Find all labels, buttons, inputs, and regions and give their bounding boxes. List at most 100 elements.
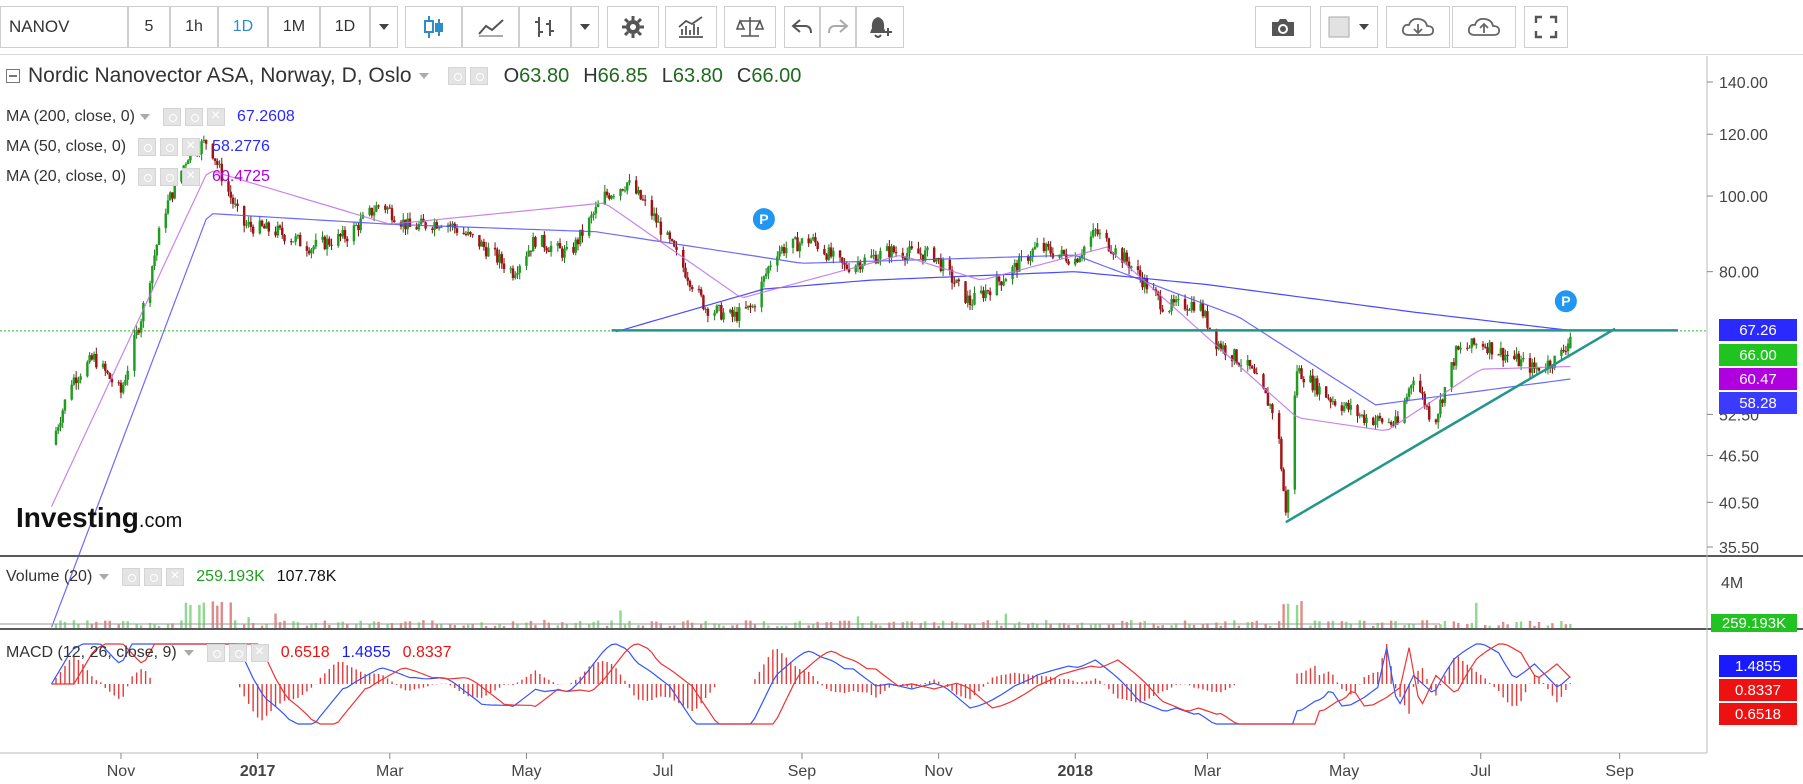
chevron-down-icon[interactable] [183, 649, 195, 657]
candle-body [108, 372, 111, 379]
volume-bar [1403, 625, 1406, 628]
range-dropdown-button[interactable] [370, 6, 398, 48]
candle-body [856, 262, 860, 266]
settings-button[interactable] [607, 6, 659, 48]
volume-bar [892, 621, 896, 628]
candle-body [1439, 399, 1442, 415]
candle-body [908, 246, 911, 254]
gear-icon[interactable] [228, 644, 247, 662]
load-chart-button[interactable] [1386, 6, 1450, 48]
screenshot-button[interactable] [1255, 6, 1311, 48]
undo-button[interactable] [784, 6, 820, 48]
symbol-input[interactable]: NANOV [0, 6, 128, 48]
candle-body [590, 215, 593, 218]
gear-icon[interactable] [184, 108, 203, 126]
candle-body [283, 235, 286, 242]
gear-icon[interactable] [144, 568, 163, 586]
gear-icon[interactable] [469, 67, 488, 85]
candle-body [1062, 249, 1066, 255]
eye-icon[interactable] [206, 644, 225, 662]
eye-icon[interactable] [447, 67, 466, 85]
interval-5-button[interactable]: 5 [128, 6, 170, 48]
candle-body [384, 205, 387, 210]
volume-bar [1000, 625, 1003, 628]
alert-button[interactable] [856, 6, 904, 48]
eye-icon[interactable] [162, 108, 181, 126]
candle-body [1047, 243, 1050, 247]
interval-1m-button[interactable]: 1M [268, 6, 320, 48]
candle-body [1513, 355, 1516, 360]
chevron-down-icon[interactable] [98, 573, 110, 581]
candle-body [354, 225, 358, 227]
interval-1h-button[interactable]: 1h [170, 6, 218, 48]
close-icon[interactable] [206, 107, 225, 126]
chart-range-button[interactable]: 1D [320, 6, 370, 48]
compare-button[interactable] [724, 6, 776, 48]
chart-area[interactable]: 140.00120.00100.0080.0052.5046.5040.5035… [0, 56, 1803, 784]
close-icon[interactable] [166, 567, 185, 586]
volume-bar [1251, 621, 1254, 628]
candle-body [1067, 261, 1070, 265]
eye-icon[interactable] [138, 168, 157, 186]
line-type-button[interactable] [462, 6, 519, 48]
candle-body [894, 252, 898, 254]
volume-bar [785, 625, 788, 628]
candle-body [641, 199, 645, 201]
candle-body [511, 268, 515, 278]
eye-icon[interactable] [122, 568, 141, 586]
x-tick-label: May [1329, 763, 1359, 780]
close-icon[interactable] [250, 643, 269, 662]
candle-body [610, 195, 613, 199]
candle-body [453, 223, 456, 229]
indicators-button[interactable] [665, 6, 717, 48]
candle-body [307, 250, 311, 254]
interval-1d-button[interactable]: 1D [218, 6, 268, 48]
close-icon[interactable] [182, 167, 201, 186]
volume-bar [874, 624, 878, 628]
volume-label: Volume (20) [6, 568, 93, 585]
chevron-down-icon[interactable] [139, 113, 151, 121]
candle-body [973, 292, 976, 305]
redo-button[interactable] [820, 6, 856, 48]
ohlc-bars-icon [535, 17, 554, 37]
candlestick-type-button[interactable] [405, 6, 462, 48]
candle-body [482, 241, 486, 248]
save-chart-button[interactable] [1452, 6, 1516, 48]
close-value: 66.00 [751, 64, 802, 87]
candle-body [323, 236, 327, 250]
volume-bar [1076, 624, 1079, 628]
price-tag-ma50: 58.28 [1719, 392, 1797, 414]
chevron-down-icon[interactable] [418, 72, 430, 80]
gear-icon[interactable] [160, 138, 179, 156]
eye-icon[interactable] [138, 138, 157, 156]
candle-body [289, 241, 293, 243]
candle-body [1457, 346, 1460, 350]
volume-bar [816, 621, 819, 628]
candle-body [1186, 309, 1189, 311]
volume-tag: 259.193K [1711, 614, 1797, 632]
candle-body [74, 377, 78, 384]
candle-body [1340, 405, 1344, 411]
candle-body [525, 256, 528, 266]
candle-body [1004, 279, 1008, 282]
candle-body [1295, 371, 1299, 396]
candle-body [729, 309, 732, 313]
volume-bar [1506, 624, 1509, 628]
fullscreen-button[interactable] [1524, 6, 1568, 48]
candle-body [872, 254, 875, 256]
candle-body [1329, 398, 1332, 403]
candle-body [735, 311, 739, 321]
volume-bar [1188, 623, 1191, 628]
bar-type-button[interactable] [519, 6, 571, 48]
close-icon[interactable] [182, 137, 201, 156]
candle-body [1311, 375, 1314, 391]
candle-body [941, 259, 945, 272]
gear-icon[interactable] [160, 168, 179, 186]
collapse-icon[interactable] [6, 69, 20, 83]
chart-type-dropdown-button[interactable] [571, 6, 599, 48]
candle-body [731, 309, 734, 317]
candle-body [314, 239, 318, 247]
volume-bar [466, 624, 470, 628]
color-picker-button[interactable] [1320, 6, 1378, 48]
volume-bar [511, 621, 515, 628]
